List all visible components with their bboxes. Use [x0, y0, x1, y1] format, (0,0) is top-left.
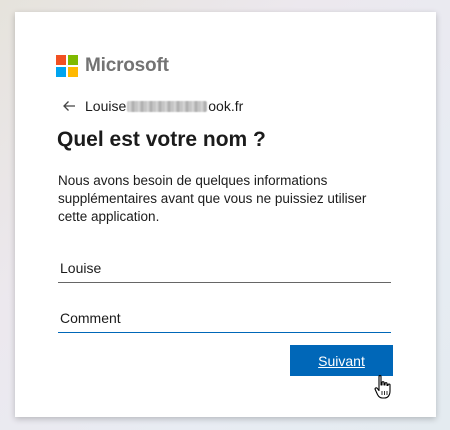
microsoft-wordmark: Microsoft — [85, 55, 169, 76]
first-name-field[interactable] — [58, 253, 391, 283]
hand-pointer-icon — [374, 375, 391, 399]
page-description: Nous avons besoin de quelques informatio… — [58, 173, 367, 224]
arrow-left-icon[interactable] — [61, 98, 77, 114]
next-button[interactable]: Suivant — [290, 345, 393, 376]
email-prefix: Louise — [85, 98, 127, 114]
email-suffix: ook.fr — [208, 98, 244, 114]
microsoft-logo-icon — [56, 55, 78, 77]
last-name-field[interactable] — [58, 303, 391, 333]
identity-banner: Louise ook.fr — [61, 96, 243, 116]
microsoft-logo: Microsoft — [56, 54, 169, 78]
page-title: Quel est votre nom ? — [57, 128, 266, 151]
sign-in-card: Microsoft Louise ook.fr Quel est votre n… — [15, 12, 436, 417]
email-redaction — [127, 100, 208, 112]
